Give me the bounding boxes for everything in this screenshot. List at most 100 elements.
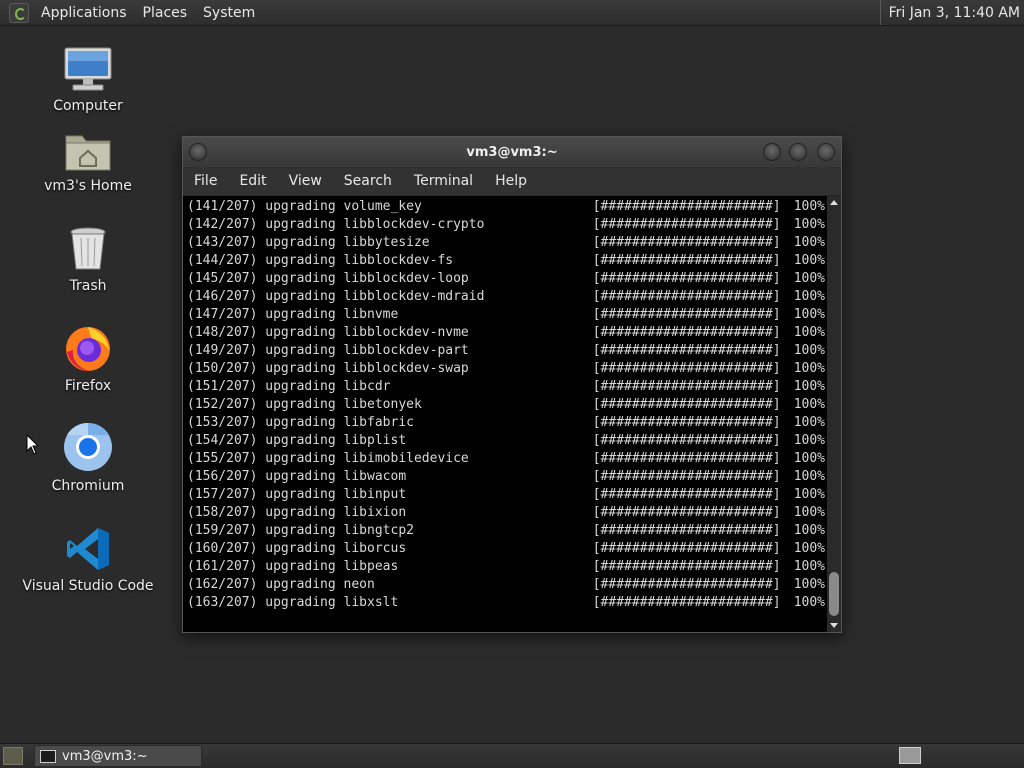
scroll-down-icon[interactable] — [830, 623, 838, 628]
terminal-line-text: (152/207) upgrading libetonyek — [187, 397, 422, 412]
scroll-up-icon[interactable] — [830, 200, 838, 205]
terminal-line-percent: 100% — [793, 217, 825, 232]
terminal-line-text: (149/207) upgrading libblockdev-part — [187, 343, 469, 358]
terminal-line-progress: [######################] — [592, 415, 781, 430]
terminal-line-percent: 100% — [793, 343, 825, 358]
terminal-menu-view[interactable]: View — [278, 173, 333, 189]
terminal-line-text: (153/207) upgrading libfabric — [187, 415, 414, 430]
terminal-line-percent: 100% — [793, 505, 825, 520]
terminal-line-text: (148/207) upgrading libblockdev-nvme — [187, 325, 469, 340]
terminal-titlebar[interactable]: vm3@vm3:~ — [183, 137, 841, 167]
terminal-line: (149/207) upgrading libblockdev-part [###… — [187, 342, 825, 360]
terminal-menu-file[interactable]: File — [183, 173, 228, 189]
terminal-line: (157/207) upgrading libinput [###########… — [187, 486, 825, 504]
top-panel: Applications Places System Fri Jan 3, 11… — [0, 0, 1024, 26]
terminal-line: (142/207) upgrading libblockdev-crypto [#… — [187, 216, 825, 234]
terminal-line-text: (150/207) upgrading libblockdev-swap — [187, 361, 469, 376]
terminal-line-text: (145/207) upgrading libblockdev-loop — [187, 271, 469, 286]
desktop-icon-vscode[interactable]: Visual Studio Code — [13, 524, 163, 594]
workspace-switcher[interactable] — [899, 747, 921, 764]
maximize-icon[interactable] — [789, 143, 807, 161]
firefox-icon — [66, 327, 110, 371]
terminal-menu-terminal[interactable]: Terminal — [403, 173, 484, 189]
menu-places[interactable]: Places — [135, 5, 196, 21]
home-folder-icon — [65, 135, 111, 171]
taskbar-terminal-button[interactable]: vm3@vm3:~ — [34, 745, 202, 767]
terminal-line-text: (155/207) upgrading libimobiledevice — [187, 451, 469, 466]
terminal-line-progress: [######################] — [592, 217, 781, 232]
terminal-line-progress: [######################] — [592, 577, 781, 592]
computer-icon — [64, 47, 112, 91]
terminal-line-progress: [######################] — [592, 397, 781, 412]
terminal-scrollbar[interactable] — [827, 196, 841, 632]
terminal-line-percent: 100% — [793, 361, 825, 376]
terminal-line: (153/207) upgrading libfabric [##########… — [187, 414, 825, 432]
terminal-line: (159/207) upgrading libngtcp2 [##########… — [187, 522, 825, 540]
close-icon[interactable] — [817, 143, 835, 161]
terminal-menu-search[interactable]: Search — [333, 173, 403, 189]
terminal-line-percent: 100% — [793, 379, 825, 394]
terminal-line: (155/207) upgrading libimobiledevice [###… — [187, 450, 825, 468]
desktop-icon-label: Firefox — [64, 378, 112, 394]
terminal-line-progress: [######################] — [592, 325, 781, 340]
applications-logo-icon[interactable] — [9, 2, 29, 23]
terminal-menu-help[interactable]: Help — [484, 173, 538, 189]
bottom-panel: vm3@vm3:~ — [0, 743, 1024, 768]
terminal-line-progress: [######################] — [592, 253, 781, 268]
terminal-line-percent: 100% — [793, 325, 825, 340]
terminal-line: (160/207) upgrading liborcus [###########… — [187, 540, 825, 558]
terminal-line: (163/207) upgrading libxslt [############… — [187, 594, 825, 612]
terminal-lines: (141/207) upgrading volume_key [#########… — [183, 196, 825, 612]
desktop-icon-firefox[interactable]: Firefox — [13, 324, 163, 394]
terminal-line-percent: 100% — [793, 595, 825, 610]
scrollbar-thumb[interactable] — [829, 572, 839, 616]
show-desktop-icon[interactable] — [3, 747, 23, 765]
minimize-icon[interactable] — [763, 143, 781, 161]
terminal-line-progress: [######################] — [592, 199, 781, 214]
desktop-icon-label: vm3's Home — [44, 178, 132, 194]
terminal-line-text: (151/207) upgrading libcdr — [187, 379, 391, 394]
terminal-line: (148/207) upgrading libblockdev-nvme [###… — [187, 324, 825, 342]
taskbar-terminal-label: vm3@vm3:~ — [62, 748, 148, 764]
desktop-icon-computer[interactable]: Computer — [13, 44, 163, 114]
terminal-title: vm3@vm3:~ — [466, 144, 558, 160]
terminal-line-progress: [######################] — [592, 343, 781, 358]
terminal-menu-edit[interactable]: Edit — [228, 173, 277, 189]
terminal-line: (158/207) upgrading libixion [###########… — [187, 504, 825, 522]
terminal-line-percent: 100% — [793, 433, 825, 448]
desktop-icon-trash[interactable]: Trash — [13, 224, 163, 294]
terminal-line-percent: 100% — [793, 469, 825, 484]
terminal-line-text: (161/207) upgrading libpeas — [187, 559, 399, 574]
terminal-line-progress: [######################] — [592, 361, 781, 376]
terminal-line: (152/207) upgrading libetonyek [#########… — [187, 396, 825, 414]
terminal-line: (150/207) upgrading libblockdev-swap [###… — [187, 360, 825, 378]
terminal-line-progress: [######################] — [592, 505, 781, 520]
menu-system[interactable]: System — [195, 5, 263, 21]
menu-applications[interactable]: Applications — [33, 5, 135, 21]
terminal-line-percent: 100% — [793, 559, 825, 574]
terminal-line-text: (154/207) upgrading libplist — [187, 433, 407, 448]
terminal-line-progress: [######################] — [592, 451, 781, 466]
terminal-line-text: (159/207) upgrading libngtcp2 — [187, 523, 414, 538]
terminal-line-text: (144/207) upgrading libblockdev-fs — [187, 253, 454, 268]
desktop-icon-home[interactable]: vm3's Home — [13, 124, 163, 194]
terminal-output[interactable]: (141/207) upgrading volume_key [#########… — [183, 196, 825, 632]
terminal-line: (156/207) upgrading libwacom [###########… — [187, 468, 825, 486]
terminal-line-progress: [######################] — [592, 235, 781, 250]
terminal-window[interactable]: vm3@vm3:~ File Edit View Search Terminal… — [182, 136, 842, 633]
desktop-icon-label: Computer — [53, 98, 123, 114]
terminal-line-text: (157/207) upgrading libinput — [187, 487, 407, 502]
chromium-icon — [64, 422, 112, 471]
window-menu-icon[interactable] — [189, 143, 207, 161]
terminal-line-percent: 100% — [793, 451, 825, 466]
terminal-line-percent: 100% — [793, 235, 825, 250]
terminal-line-progress: [######################] — [592, 307, 781, 322]
terminal-line-text: (141/207) upgrading volume_key — [187, 199, 422, 214]
clock[interactable]: Fri Jan 3, 11:40 AM — [879, 0, 1024, 25]
desktop-icon-label: Chromium — [51, 478, 125, 494]
mouse-cursor-icon — [26, 434, 40, 455]
terminal-line: (143/207) upgrading libbytesize [########… — [187, 234, 825, 252]
vscode-icon — [67, 528, 109, 570]
terminal-line-text: (147/207) upgrading libnvme — [187, 307, 399, 322]
terminal-line-text: (156/207) upgrading libwacom — [187, 469, 407, 484]
